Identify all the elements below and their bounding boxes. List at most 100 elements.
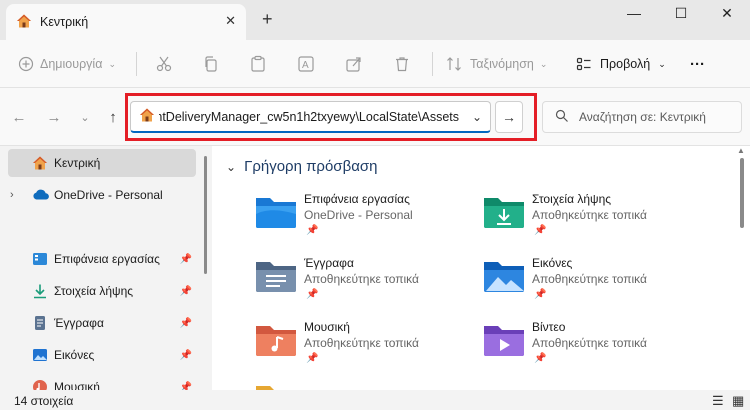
view-label: Προβολή <box>600 57 651 71</box>
tile-name: Έγγραφα <box>304 256 354 270</box>
divider <box>136 52 137 76</box>
tab-title: Κεντρική <box>40 15 89 29</box>
arrow-up-icon: ↑ <box>109 108 117 126</box>
sidebar-item-home[interactable]: Κεντρική <box>8 149 196 177</box>
folder-tile-desktop[interactable]: Επιφάνεια εργασίας OneDrive - Personal 📌 <box>254 192 484 252</box>
pin-icon: 📌 <box>534 225 547 236</box>
tile-name: Μουσική <box>304 320 350 334</box>
delete-button[interactable] <box>393 52 411 76</box>
chevron-right-icon[interactable]: › <box>10 189 14 201</box>
pin-icon: 📌 <box>179 253 192 265</box>
sidebar-item-label: Κεντρική <box>54 156 101 170</box>
documents-folder-icon <box>254 258 298 297</box>
clipboard-icon <box>249 55 267 73</box>
videos-folder-icon <box>482 322 526 361</box>
navigation-pane: Κεντρική › OneDrive - Personal Επιφάνεια… <box>0 146 200 394</box>
command-bar: Δημιουργία ⌄ A Ταξινόμηση ⌄ Προβολή ⌄ ··… <box>0 40 750 88</box>
tile-name: Βίντεο <box>532 320 566 334</box>
chevron-down-icon: ⌄ <box>539 58 548 69</box>
search-placeholder: Αναζήτηση σε: Κεντρική <box>579 110 706 124</box>
share-button[interactable] <box>345 52 363 76</box>
content-scrollbar[interactable] <box>740 158 744 228</box>
sort-button[interactable]: Ταξινόμηση ⌄ <box>446 52 547 76</box>
music-folder-icon <box>254 322 298 361</box>
arrow-right-icon: → <box>502 109 516 125</box>
sidebar-item-label: OneDrive - Personal <box>54 188 163 202</box>
divider <box>432 52 433 76</box>
more-options-button[interactable]: ··· <box>690 52 705 76</box>
sort-label: Ταξινόμηση <box>470 57 534 71</box>
section-title: Γρήγορη πρόσβαση <box>244 158 378 175</box>
pin-icon: 📌 <box>179 317 192 329</box>
maximize-button[interactable]: ☐ <box>658 2 704 24</box>
rename-icon: A <box>297 55 315 73</box>
tile-name: Εικόνες <box>532 256 573 270</box>
sidebar-item-desktop[interactable]: Επιφάνεια εργασίας 📌 <box>8 245 196 273</box>
tile-location: Αποθηκεύτηκε τοπικά <box>304 272 419 286</box>
document-icon <box>32 315 48 334</box>
tile-name: Επιφάνεια εργασίας <box>304 192 410 206</box>
arrow-left-icon: ← <box>11 108 27 126</box>
create-button[interactable]: Δημιουργία ⌄ <box>18 52 116 76</box>
recent-locations-button[interactable]: ⌄ <box>76 108 94 126</box>
tab-close-icon[interactable]: ✕ <box>225 13 236 29</box>
scroll-up-arrow-icon[interactable]: ▲ <box>737 146 745 155</box>
go-button[interactable]: → <box>495 101 523 133</box>
tiles-view-icon[interactable]: ▦ <box>732 393 744 409</box>
cut-button[interactable] <box>155 52 173 76</box>
highlight-box <box>125 93 537 141</box>
tile-location: OneDrive - Personal <box>304 208 413 222</box>
search-input[interactable]: Αναζήτηση σε: Κεντρική <box>542 101 742 133</box>
address-row: ← → ⌄ ↑ tentDeliveryManager_cw5n1h2txyew… <box>0 88 750 146</box>
status-bar: 14 στοιχεία ☰ ▦ <box>0 390 750 410</box>
plus-circle-icon <box>18 56 34 72</box>
folder-tile-pictures[interactable]: Εικόνες Αποθηκεύτηκε τοπικά 📌 <box>482 256 712 316</box>
search-icon <box>555 109 569 126</box>
paste-button[interactable] <box>249 52 267 76</box>
home-icon <box>16 13 32 32</box>
tile-location: Αποθηκεύτηκε τοπικά <box>532 336 647 350</box>
folder-tile-partial[interactable] <box>254 382 298 390</box>
sidebar-item-label: Στοιχεία λήψης <box>54 284 134 298</box>
pictures-folder-icon <box>482 258 526 297</box>
close-button[interactable]: ✕ <box>704 2 750 24</box>
trash-icon <box>393 55 411 73</box>
folder-tile-downloads[interactable]: Στοιχεία λήψης Αποθηκεύτηκε τοπικά 📌 <box>482 192 712 252</box>
details-view-icon[interactable]: ☰ <box>712 393 724 409</box>
downloads-folder-icon <box>482 194 526 233</box>
desktop-icon <box>32 251 48 270</box>
pin-icon: 📌 <box>306 225 319 236</box>
sidebar-item-onedrive[interactable]: › OneDrive - Personal <box>8 181 196 209</box>
folder-tile-documents[interactable]: Έγγραφα Αποθηκεύτηκε τοπικά 📌 <box>254 256 484 316</box>
new-tab-button[interactable]: + <box>262 9 273 30</box>
tab-home[interactable]: Κεντρική ✕ <box>6 4 246 40</box>
pin-icon: 📌 <box>534 289 547 300</box>
sidebar-scrollbar[interactable] <box>204 156 207 274</box>
sidebar-item-pictures[interactable]: Εικόνες 📌 <box>8 341 196 369</box>
copy-icon <box>202 55 220 73</box>
view-button[interactable]: Προβολή ⌄ <box>576 52 666 76</box>
back-button[interactable]: ← <box>10 108 28 126</box>
copy-button[interactable] <box>202 52 220 76</box>
content-pane: ⌄ Γρήγορη πρόσβαση Επιφάνεια εργασίας On… <box>212 146 750 390</box>
pictures-icon <box>32 347 48 366</box>
minimize-button[interactable]: — <box>611 2 657 24</box>
forward-button[interactable]: → <box>45 108 63 126</box>
folder-tile-music[interactable]: Μουσική Αποθηκεύτηκε τοπικά 📌 <box>254 320 484 380</box>
rename-button[interactable]: A <box>297 52 315 76</box>
quick-access-header[interactable]: ⌄ Γρήγορη πρόσβαση <box>226 158 377 175</box>
up-button[interactable]: ↑ <box>104 108 122 126</box>
cloud-icon <box>32 187 50 204</box>
sidebar-item-documents[interactable]: Έγγραφα 📌 <box>8 309 196 337</box>
chevron-down-icon: ⌄ <box>80 111 90 124</box>
pin-icon: 📌 <box>534 353 547 364</box>
sidebar-item-downloads[interactable]: Στοιχεία λήψης 📌 <box>8 277 196 305</box>
folder-tile-videos[interactable]: Βίντεο Αποθηκεύτηκε τοπικά 📌 <box>482 320 712 380</box>
scissors-icon <box>155 55 173 73</box>
folder-icon <box>254 383 298 390</box>
sidebar-item-label: Επιφάνεια εργασίας <box>54 252 160 266</box>
svg-text:A: A <box>302 60 309 71</box>
download-icon <box>32 283 48 302</box>
tile-location: Αποθηκεύτηκε τοπικά <box>532 208 647 222</box>
sidebar-item-label: Εικόνες <box>54 348 95 362</box>
